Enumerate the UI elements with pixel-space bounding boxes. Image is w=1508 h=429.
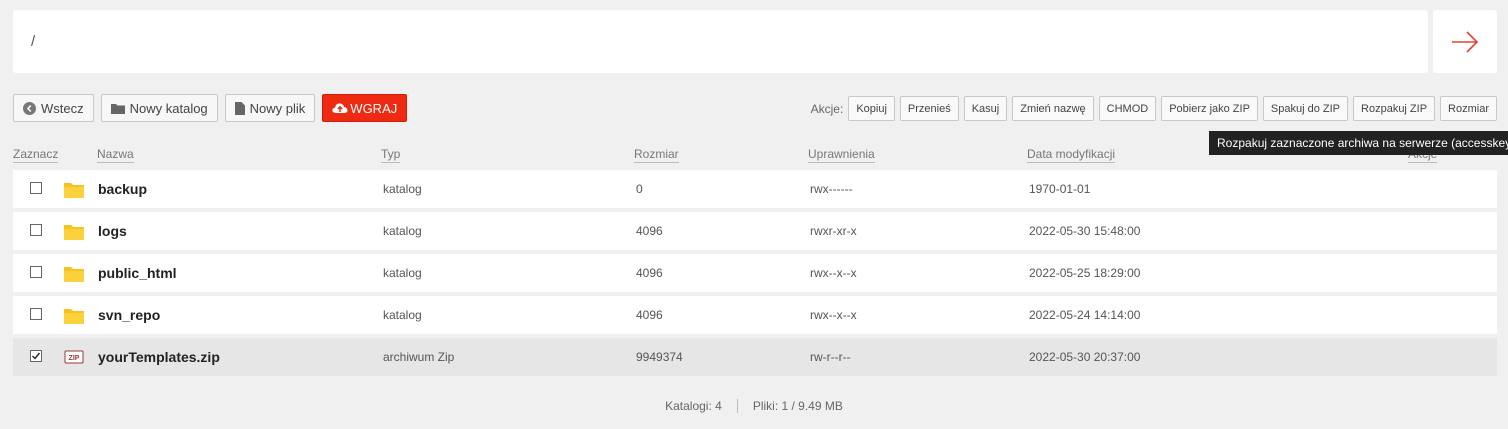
toolbar: Wstecz Nowy katalog Nowy plik WGRAJ <box>13 94 408 122</box>
file-modified: 1970-01-01 <box>1029 182 1091 196</box>
table-row[interactable]: logs katalog 4096 rwxr-xr-x 2022-05-30 1… <box>13 212 1497 250</box>
new-file-button[interactable]: Nowy plik <box>224 94 316 122</box>
chmod-button[interactable]: CHMOD <box>1098 96 1157 121</box>
tooltip: Rozpakuj zaznaczone archiwa na serwerze … <box>1209 131 1508 155</box>
zip-icon: ZIP <box>64 338 84 376</box>
files-summary: Pliki: 1 / 9.49 MB <box>752 399 843 413</box>
back-label: Wstecz <box>41 100 84 116</box>
move-button[interactable]: Przenieś <box>899 96 959 121</box>
file-name[interactable]: backup <box>98 170 147 208</box>
table-row[interactable]: ZIP yourTemplates.zip archiwum Zip 99493… <box>13 338 1497 376</box>
col-perms[interactable]: Uprawnienia <box>808 147 875 163</box>
path-bar <box>13 10 1428 73</box>
folder-icon <box>110 102 125 114</box>
row-checkbox[interactable] <box>30 224 42 236</box>
file-modified: 2022-05-30 20:37:00 <box>1029 350 1141 364</box>
row-checkbox[interactable] <box>30 308 42 320</box>
svg-text:ZIP: ZIP <box>69 355 80 362</box>
file-type: katalog <box>383 308 422 322</box>
path-input[interactable] <box>31 30 1411 52</box>
rename-button[interactable]: Zmień nazwę <box>1012 96 1094 121</box>
check-icon <box>32 352 41 360</box>
file-size: 9949374 <box>636 350 683 364</box>
folder-icon <box>64 212 84 250</box>
cloud-upload-icon <box>332 102 348 114</box>
arrow-right-icon <box>1452 30 1479 53</box>
file-perms: rwxr-xr-x <box>810 224 857 238</box>
file-size: 4096 <box>636 266 663 280</box>
col-select: Zaznacz <box>13 147 59 163</box>
file-type: archiwum Zip <box>383 350 455 364</box>
file-perms: rwx--x--x <box>810 266 857 280</box>
file-size: 0 <box>636 182 643 196</box>
folder-icon <box>64 296 84 334</box>
new-file-label: Nowy plik <box>249 100 306 116</box>
unpack-zip-button[interactable]: Rozpakuj ZIP <box>1353 96 1436 121</box>
file-icon <box>234 101 245 115</box>
back-icon <box>23 101 36 115</box>
delete-button[interactable]: Kasuj <box>963 96 1008 121</box>
file-size: 4096 <box>636 224 663 238</box>
file-type: katalog <box>383 266 422 280</box>
col-type[interactable]: Typ <box>381 147 401 163</box>
row-checkbox[interactable] <box>30 182 42 194</box>
back-button[interactable]: Wstecz <box>13 94 94 122</box>
file-perms: rwx--x--x <box>810 308 857 322</box>
file-name[interactable]: logs <box>98 212 127 250</box>
folder-icon <box>64 254 84 292</box>
file-perms: rwx------ <box>810 182 853 196</box>
file-name[interactable]: public_html <box>98 254 177 292</box>
table-row[interactable]: backup katalog 0 rwx------ 1970-01-01 <box>13 170 1497 208</box>
col-size[interactable]: Rozmiar <box>634 147 679 163</box>
summary-footer: Katalogi: 4 Pliki: 1 / 9.49 MB <box>0 399 1508 413</box>
file-type: katalog <box>383 224 422 238</box>
new-folder-button[interactable]: Nowy katalog <box>100 94 218 122</box>
file-size: 4096 <box>636 308 663 322</box>
copy-button[interactable]: Kopiuj <box>848 96 895 121</box>
new-folder-label: Nowy katalog <box>129 100 208 116</box>
file-type: katalog <box>383 182 422 196</box>
file-name[interactable]: yourTemplates.zip <box>98 338 220 376</box>
size-button[interactable]: Rozmiar <box>1440 96 1497 121</box>
col-modified[interactable]: Data modyfikacji <box>1027 147 1116 163</box>
file-modified: 2022-05-30 15:48:00 <box>1029 224 1141 238</box>
file-name[interactable]: svn_repo <box>98 296 160 334</box>
col-name[interactable]: Nazwa <box>97 147 134 163</box>
upload-label: WGRAJ <box>350 100 398 116</box>
file-modified: 2022-05-24 14:14:00 <box>1029 308 1141 322</box>
row-checkbox[interactable] <box>30 266 42 278</box>
divider <box>736 399 738 413</box>
file-modified: 2022-05-25 18:29:00 <box>1029 266 1141 280</box>
actions-bar: Akcje: Kopiuj Przenieś Kasuj Zmień nazwę… <box>811 96 1497 121</box>
folders-count: Katalogi: 4 <box>665 399 722 413</box>
pack-zip-button[interactable]: Spakuj do ZIP <box>1262 96 1349 121</box>
download-zip-button[interactable]: Pobierz jako ZIP <box>1161 96 1258 121</box>
upload-button[interactable]: WGRAJ <box>322 94 408 122</box>
actions-label: Akcje: <box>810 101 844 116</box>
folder-icon <box>64 170 84 208</box>
row-checkbox-checked[interactable] <box>30 350 42 362</box>
table-row[interactable]: public_html katalog 4096 rwx--x--x 2022-… <box>13 254 1497 292</box>
go-button[interactable] <box>1433 10 1497 73</box>
file-perms: rw-r--r-- <box>810 350 851 364</box>
table-row[interactable]: svn_repo katalog 4096 rwx--x--x 2022-05-… <box>13 296 1497 334</box>
